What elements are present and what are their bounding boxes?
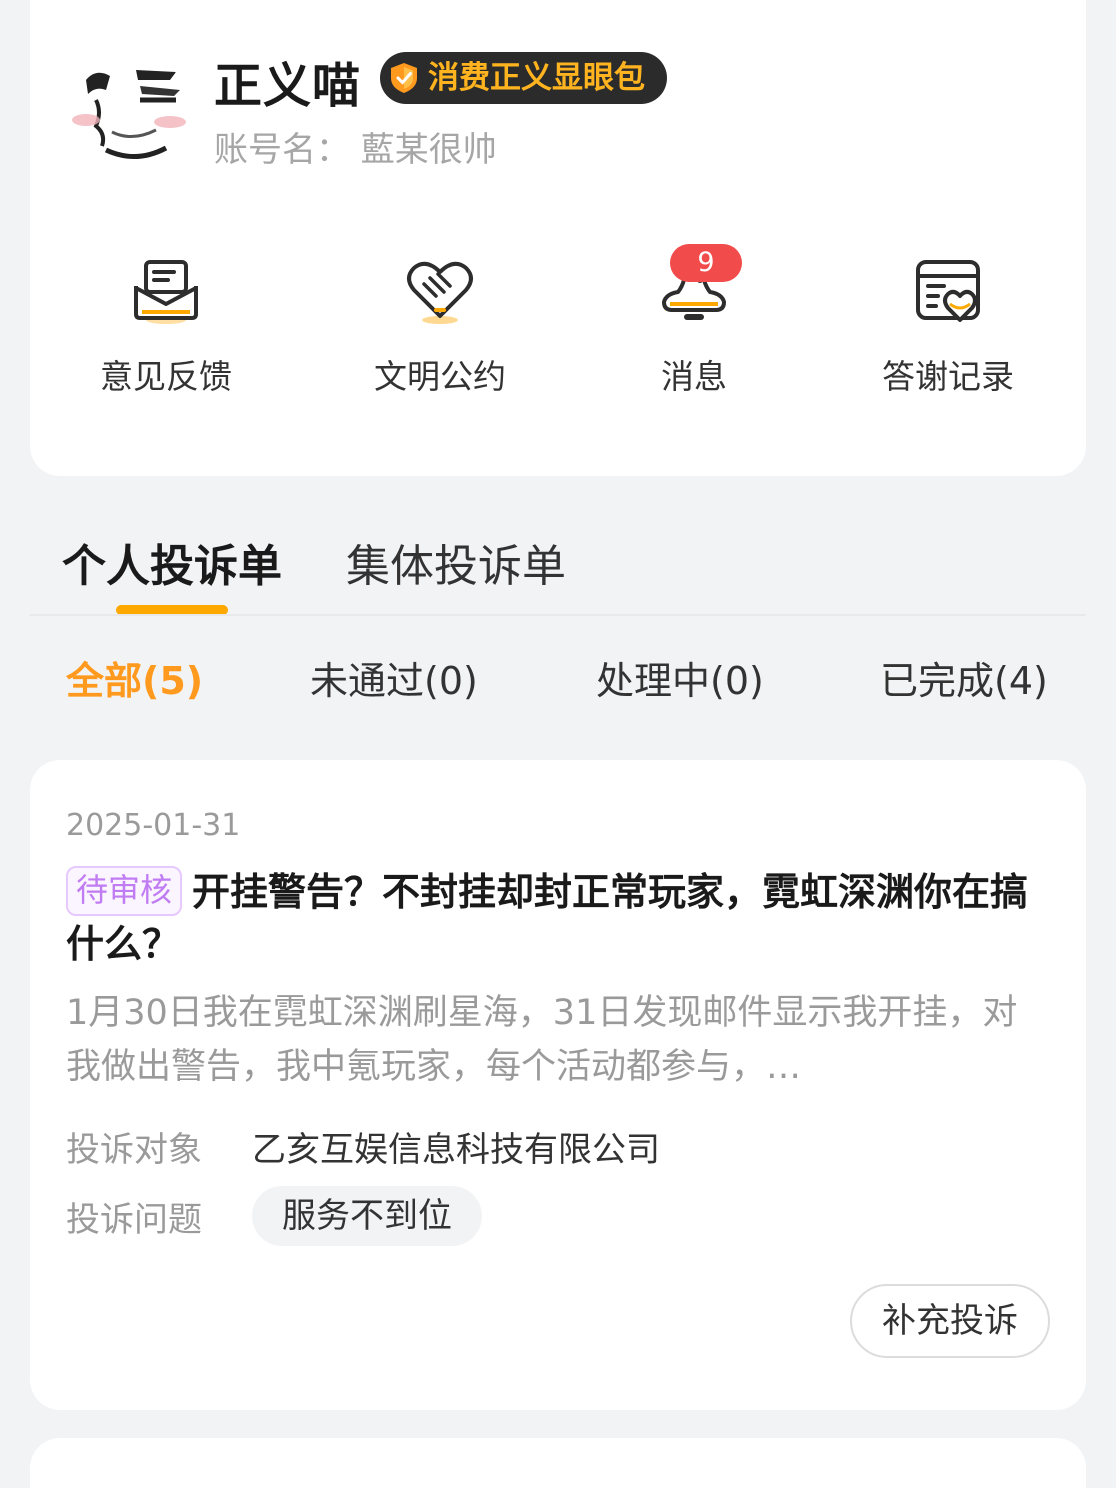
filter-processing[interactable]: 处理中(0) xyxy=(596,650,764,705)
shield-icon xyxy=(391,63,417,93)
complaint-card[interactable]: 2025-01-31 待审核 开挂警告？不封挂却封正常玩家，霓虹深渊你在搞什么？ … xyxy=(30,760,1086,1410)
feedback-envelope-icon xyxy=(134,260,198,324)
complaint-description: 1月30日我在霓虹深渊刷星海，31日发现邮件显示我开挂，对我做出警告，我中氪玩家… xyxy=(66,993,1018,1087)
shortcut-thanks-record[interactable]: 答谢记录 xyxy=(828,250,1068,410)
filter-completed[interactable]: 已完成(4) xyxy=(880,650,1048,705)
complaint-issue-label: 投诉问题 xyxy=(66,1200,202,1240)
profile-card: 正义喵 消费正义显眼包 账号名： 藍某很帅 意见反馈 文明公约 消息 答谢记录 … xyxy=(30,0,1086,476)
next-complaint-card[interactable] xyxy=(30,1438,1086,1488)
complaint-title[interactable]: 待审核 开挂警告？不封挂却封正常玩家，霓虹深渊你在搞什么？ xyxy=(66,866,1056,970)
status-badge: 待审核 xyxy=(66,866,183,916)
title-badge[interactable]: 消费正义显眼包 xyxy=(380,52,667,104)
complaint-target-label: 投诉对象 xyxy=(66,1130,202,1170)
heart-handshake-icon xyxy=(407,261,473,324)
tabs-divider xyxy=(30,614,1086,616)
shortcut-label: 文明公约 xyxy=(374,357,506,396)
filter-rejected[interactable]: 未通过(0) xyxy=(310,650,478,705)
shortcut-label: 消息 xyxy=(661,357,727,396)
complaint-target-value: 乙亥互娱信息科技有限公司 xyxy=(252,1130,660,1170)
badge-label: 消费正义显眼包 xyxy=(428,60,645,96)
shortcut-feedback[interactable]: 意见反馈 xyxy=(46,250,286,410)
thanks-card-heart-icon xyxy=(916,260,980,322)
complaint-date: 2025-01-31 xyxy=(66,808,241,843)
filter-all[interactable]: 全部(5) xyxy=(66,650,203,705)
shortcut-label: 意见反馈 xyxy=(100,357,232,396)
nickname: 正义喵 xyxy=(214,58,362,114)
message-count-badge: 9 xyxy=(670,244,742,282)
tab-group-complaints[interactable]: 集体投诉单 xyxy=(346,530,566,594)
supplement-complaint-button[interactable]: 补充投诉 xyxy=(850,1284,1050,1358)
tab-personal-complaints[interactable]: 个人投诉单 xyxy=(62,530,282,594)
complaint-title-text: 开挂警告？不封挂却封正常玩家，霓虹深渊你在搞什么？ xyxy=(66,870,1029,966)
complaint-issue-chip: 服务不到位 xyxy=(252,1186,482,1246)
account-name: 账号名： 藍某很帅 xyxy=(214,130,497,170)
shortcut-civility-pact[interactable]: 文明公约 xyxy=(320,250,560,410)
avatar[interactable] xyxy=(66,50,190,174)
shortcut-label: 答谢记录 xyxy=(882,357,1014,396)
